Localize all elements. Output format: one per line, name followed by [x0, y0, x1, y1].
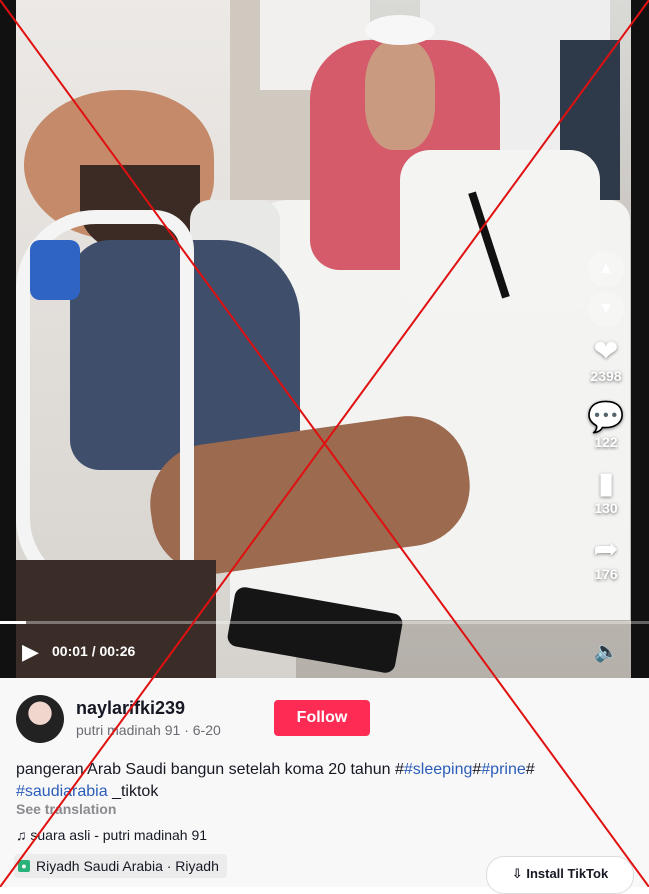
comment-count: 122 — [594, 434, 618, 450]
heart-icon: ❤ — [593, 335, 619, 368]
progress-bar[interactable] — [0, 621, 649, 624]
music-note-icon: ♫ — [16, 827, 27, 843]
progress-fill — [0, 621, 26, 624]
music-link[interactable]: ♫ suara asli - putri madinah 91 — [16, 827, 207, 843]
speaker-icon: 🔈 — [594, 641, 619, 663]
separator-dot: · — [184, 722, 193, 738]
location-tag[interactable]: ● Riyadh Saudi Arabia · Riyadh — [14, 854, 227, 878]
hashtag-prine[interactable]: #prine — [481, 761, 525, 778]
next-video-button[interactable]: ▼ — [588, 291, 624, 327]
music-title: suara asli - putri madinah 91 — [30, 827, 208, 843]
hashtag-saudiarabia[interactable]: #saudiarabia — [16, 783, 108, 800]
save-button[interactable]: ▮ 130 — [583, 467, 629, 517]
hash-char: # — [472, 761, 482, 778]
author-subline: putri madinah 91 · 6-20 — [76, 722, 221, 738]
chevron-down-icon: ▼ — [598, 300, 614, 317]
see-translation-link[interactable]: See translation — [16, 801, 116, 817]
save-count: 130 — [594, 500, 618, 516]
video-player[interactable]: ▲ ▼ ❤ 2398 💬 122 ▮ 130 ➦ 176 ▶ 00:01 / 0… — [0, 0, 649, 678]
follow-button[interactable]: Follow — [274, 700, 370, 736]
hash-char: # — [525, 761, 535, 778]
chevron-up-icon: ▲ — [598, 260, 614, 277]
video-frame-right-border — [631, 0, 649, 678]
share-count: 176 — [594, 566, 618, 582]
bookmark-icon: ▮ — [597, 467, 615, 500]
download-icon: ⇩ — [511, 866, 523, 881]
time-display: 00:01 / 00:26 — [52, 643, 136, 659]
previous-video-button[interactable]: ▲ — [588, 251, 624, 287]
like-count: 2398 — [590, 368, 622, 384]
hashtag-sleeping[interactable]: #sleeping — [404, 761, 473, 778]
play-button[interactable]: ▶ — [22, 640, 44, 664]
video-frame — [0, 0, 649, 678]
comment-button[interactable]: 💬 122 — [583, 401, 629, 451]
video-frame-left-border — [0, 0, 16, 678]
location-text: Riyadh Saudi Arabia · Riyadh — [36, 858, 219, 874]
play-icon: ▶ — [22, 639, 39, 664]
like-button[interactable]: ❤ 2398 — [583, 335, 629, 385]
volume-button[interactable]: 🔈 — [594, 641, 619, 663]
share-icon: ➦ — [593, 533, 619, 566]
display-name: putri madinah 91 — [76, 722, 181, 738]
comment-icon: 💬 — [587, 401, 625, 434]
caption-text: pangeran Arab Saudi bangun setelah koma … — [16, 761, 404, 778]
share-button[interactable]: ➦ 176 — [583, 533, 629, 583]
install-label: Install TikTok — [526, 866, 609, 881]
avatar[interactable] — [16, 695, 64, 743]
username[interactable]: naylarifki239 — [76, 698, 185, 719]
location-pin-icon: ● — [18, 860, 30, 872]
install-tiktok-button[interactable]: ⇩ Install TikTok — [486, 856, 634, 894]
post-date: 6-20 — [192, 722, 221, 738]
caption: pangeran Arab Saudi bangun setelah koma … — [16, 759, 616, 803]
caption-suffix: _tiktok — [107, 783, 159, 800]
